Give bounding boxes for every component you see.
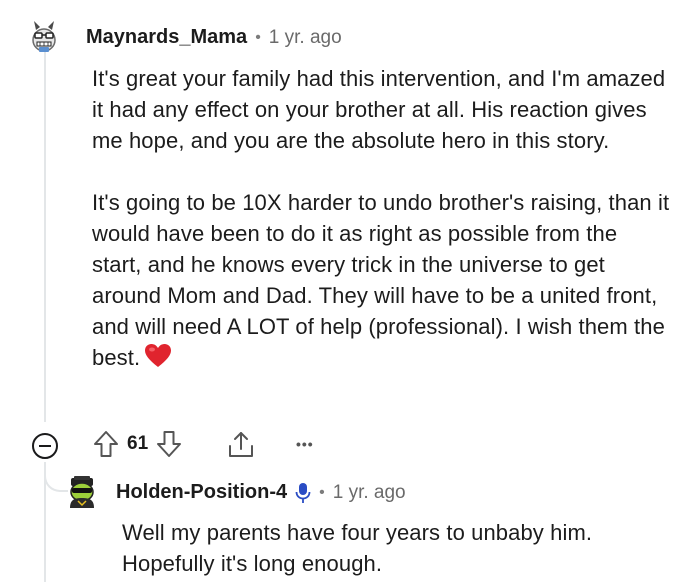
- thread-line: [44, 52, 46, 422]
- username-link[interactable]: Maynards_Mama: [86, 26, 247, 49]
- reply-text: Well my parents have four years to unbab…: [122, 520, 593, 576]
- upvote-icon[interactable]: [93, 430, 119, 458]
- comment-paragraph-text: It's going to be 10X harder to undo brot…: [92, 190, 670, 370]
- collapse-icon[interactable]: [32, 433, 58, 459]
- comment-actions: [32, 428, 58, 464]
- timestamp[interactable]: 1 yr. ago: [269, 27, 342, 49]
- comment-paragraph: It's great your family had this interven…: [92, 66, 666, 153]
- comment-body: It's great your family had this interven…: [92, 63, 672, 373]
- share-icon[interactable]: [226, 430, 256, 460]
- vote-score: 61: [127, 433, 149, 454]
- vote-control: 61: [93, 430, 182, 458]
- downvote-icon[interactable]: [156, 430, 182, 458]
- user-avatar-icon[interactable]: [64, 474, 100, 508]
- more-icon[interactable]: •••: [296, 436, 314, 452]
- share-button[interactable]: [226, 430, 256, 460]
- comment-meta: Maynards_Mama • 1 yr. ago: [86, 26, 342, 49]
- username-link[interactable]: Holden-Position-4: [116, 481, 287, 504]
- reply-body: Well my parents have four years to unbab…: [122, 517, 652, 579]
- separator-dot: •: [255, 28, 261, 46]
- microphone-icon: [295, 482, 311, 503]
- timestamp[interactable]: 1 yr. ago: [333, 482, 406, 504]
- separator-dot: •: [319, 483, 325, 501]
- reply-meta: Holden-Position-4 • 1 yr. ago: [116, 481, 406, 504]
- heart-emoji-icon: [145, 344, 172, 367]
- user-avatar-icon[interactable]: [26, 18, 62, 54]
- comment-paragraph: It's going to be 10X harder to undo brot…: [92, 187, 672, 373]
